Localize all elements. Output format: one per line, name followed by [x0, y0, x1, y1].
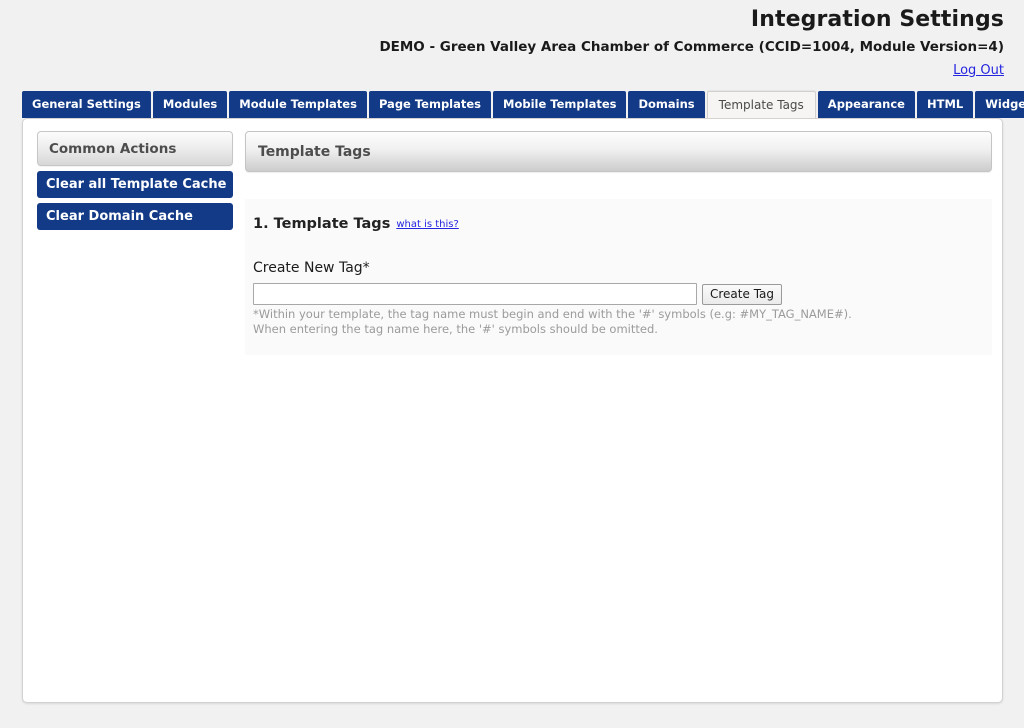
section-title: 1. Template Tags — [253, 216, 391, 232]
panel-header-template-tags: Template Tags — [245, 131, 992, 172]
tab-page-templates[interactable]: Page Templates — [368, 91, 492, 118]
tab-domains[interactable]: Domains — [628, 91, 705, 118]
sidebar: Common Actions Clear all Template Cache … — [33, 131, 233, 692]
sidebar-item-clear-all-template-cache[interactable]: Clear all Template Cache — [37, 171, 233, 198]
page-title: Integration Settings — [750, 7, 1004, 32]
sidebar-item-clear-domain-cache[interactable]: Clear Domain Cache — [37, 203, 233, 230]
page-header: Integration Settings DEMO - Green Valley… — [0, 0, 1024, 81]
tag-help-line-2: When entering the tag name here, the '#'… — [253, 322, 658, 336]
logout-link[interactable]: Log Out — [953, 63, 1004, 78]
logout-row: Log Out — [20, 59, 1004, 81]
template-tags-section: 1. Template Tags what is this? Create New… — [245, 199, 992, 355]
tab-template-tags[interactable]: Template Tags — [706, 91, 816, 118]
tag-help-line-1: *Within your template, the tag name must… — [253, 307, 852, 321]
section-heading-row: 1. Template Tags what is this? — [253, 213, 992, 232]
tab-modules[interactable]: Modules — [152, 91, 228, 118]
create-tag-form-row: Create Tag — [253, 283, 992, 305]
what-is-this-link[interactable]: what is this? — [396, 219, 458, 230]
account-subtitle: DEMO - Green Valley Area Chamber of Comm… — [379, 39, 1004, 55]
new-tag-input[interactable] — [253, 283, 697, 305]
tab-general-settings[interactable]: General Settings — [22, 91, 151, 118]
tab-mobile-templates[interactable]: Mobile Templates — [493, 91, 627, 118]
tab-html[interactable]: HTML — [916, 91, 974, 118]
main-tab-bar: General Settings Modules Module Template… — [22, 91, 1024, 118]
tab-widgets[interactable]: Widgets — [975, 91, 1024, 118]
tab-appearance[interactable]: Appearance — [817, 91, 915, 118]
sidebar-header-common-actions: Common Actions — [37, 131, 233, 166]
tag-help-text: *Within your template, the tag name must… — [253, 307, 992, 337]
content-area: Template Tags 1. Template Tags what is th… — [233, 131, 992, 692]
main-content-container: Common Actions Clear all Template Cache … — [22, 118, 1003, 703]
create-new-tag-label: Create New Tag* — [253, 260, 370, 276]
tab-module-templates[interactable]: Module Templates — [229, 91, 367, 118]
create-tag-button[interactable]: Create Tag — [702, 283, 783, 305]
